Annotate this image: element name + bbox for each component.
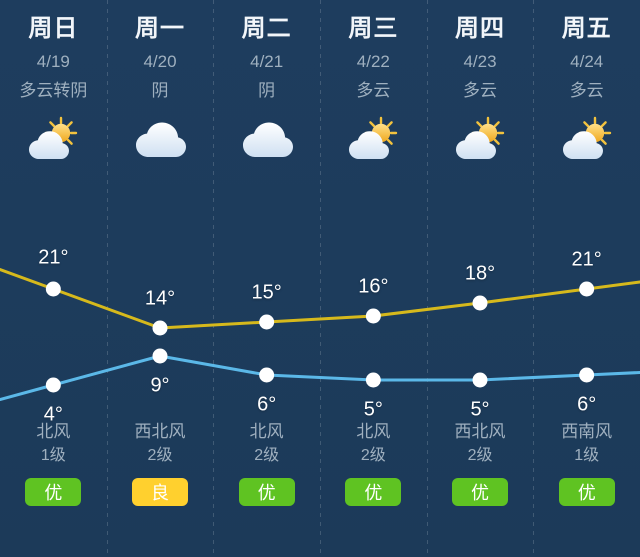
wind-level-label: 2级 — [467, 447, 493, 464]
sun-behind-cloud-icon — [29, 116, 78, 159]
sun-behind-cloud-icon — [562, 116, 611, 159]
weekday-label: 周五 — [561, 15, 612, 42]
low-temperature-label: 4° — [43, 403, 63, 426]
air-quality-badge[interactable]: 优 — [25, 478, 82, 506]
wind-level-label: 1级 — [40, 447, 66, 464]
date-label: 4/21 — [250, 52, 284, 71]
forecast-day-column[interactable]: 周二 4/21 阴 北风 2级 优 — [213, 0, 320, 557]
weather-description: 多云转阴 — [19, 81, 88, 100]
weather-icon-wrapper — [559, 113, 615, 165]
air-quality-badge[interactable]: 良 — [132, 478, 188, 506]
date-label: 4/20 — [143, 52, 177, 71]
forecast-day-column[interactable]: 周一 4/20 阴 西北风 2级 良 — [107, 0, 214, 557]
weather-description: 阴 — [151, 81, 169, 100]
high-temperature-label: 15° — [251, 281, 282, 304]
wind-level-label: 2级 — [360, 447, 386, 464]
cloud-icon — [242, 122, 293, 157]
low-temperature-label: 6° — [257, 393, 277, 416]
date-label: 4/22 — [356, 52, 390, 71]
weather-description: 多云 — [356, 81, 391, 100]
low-temperature-label: 5° — [363, 398, 383, 421]
wind-direction-label: 西北风 — [134, 422, 186, 441]
air-quality-badge[interactable]: 优 — [558, 478, 615, 506]
high-temperature-label: 21° — [38, 246, 69, 269]
weekday-label: 周三 — [348, 15, 399, 42]
low-temperature-label: 6° — [577, 393, 597, 416]
weather-description: 多云 — [463, 81, 498, 100]
high-temperature-label: 18° — [464, 262, 496, 285]
weather-icon-wrapper — [25, 113, 81, 165]
weather-icon-wrapper — [345, 113, 401, 165]
forecast-day-column[interactable]: 周五 4/24 多云 西南风 1级 优 — [533, 0, 640, 557]
wind-direction-label: 北风 — [356, 422, 391, 441]
sun-behind-cloud-icon — [349, 116, 398, 159]
low-temperature-label: 9° — [150, 374, 170, 397]
date-label: 4/24 — [570, 52, 604, 71]
wind-direction-label: 西北风 — [454, 422, 506, 441]
wind-level-label: 2级 — [254, 447, 280, 464]
weekday-label: 周一 — [135, 15, 185, 42]
weekday-label: 周日 — [28, 15, 79, 42]
low-temperature-label: 5° — [470, 398, 490, 421]
sun-behind-cloud-icon — [456, 116, 505, 159]
wind-direction-label: 北风 — [249, 422, 284, 441]
air-quality-badge[interactable]: 优 — [238, 478, 295, 506]
wind-level-label: 1级 — [574, 447, 600, 464]
wind-direction-label: 西南风 — [561, 422, 613, 441]
forecast-day-column[interactable]: 周日 4/19 多云转阴 北风 1级 优 — [0, 0, 107, 557]
date-label: 4/23 — [463, 52, 497, 71]
weather-icon-wrapper — [239, 113, 295, 165]
wind-level-label: 2级 — [147, 447, 173, 464]
high-temperature-label: 16° — [358, 275, 389, 298]
weekday-label: 周四 — [455, 15, 506, 42]
weekday-label: 周二 — [241, 15, 292, 42]
weather-forecast-panel: 周日 4/19 多云转阴 北风 1级 优 周一 4/20 阴 西北风 2级 良 周… — [0, 0, 640, 557]
high-temperature-label: 21° — [571, 248, 602, 271]
date-label: 4/19 — [36, 52, 70, 71]
cloud-icon — [136, 122, 186, 157]
high-temperature-label: 14° — [144, 287, 176, 310]
weather-description: 多云 — [569, 81, 604, 100]
air-quality-badge[interactable]: 优 — [345, 478, 402, 506]
weather-icon-wrapper — [132, 113, 188, 165]
forecast-columns: 周日 4/19 多云转阴 北风 1级 优 周一 4/20 阴 西北风 2级 良 周… — [0, 0, 640, 557]
weather-description: 阴 — [258, 81, 276, 100]
weather-icon-wrapper — [452, 113, 508, 165]
air-quality-badge[interactable]: 优 — [452, 478, 509, 506]
